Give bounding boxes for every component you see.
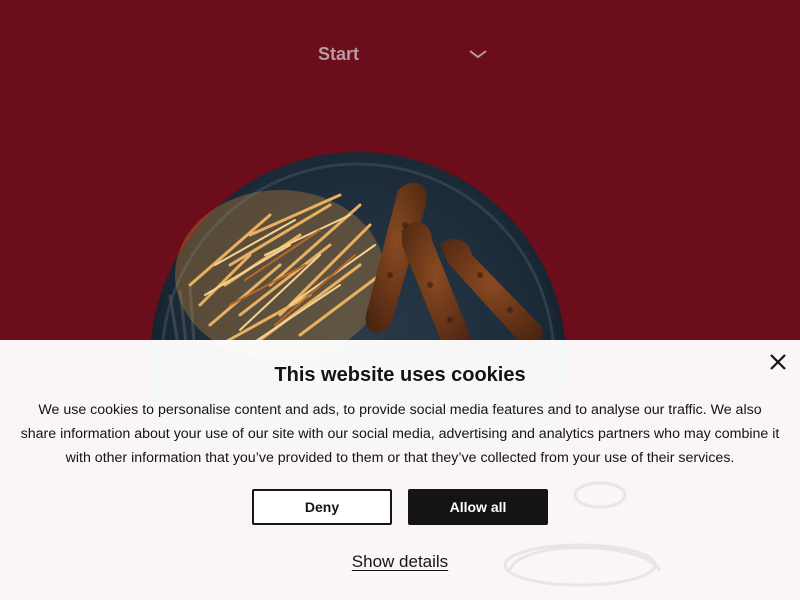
allow-all-button[interactable]: Allow all — [408, 489, 548, 525]
show-details-link-row: Show details — [0, 552, 800, 572]
start-dropdown[interactable]: Start — [318, 40, 488, 68]
hash-browns — [175, 190, 385, 360]
deny-button[interactable]: Deny — [252, 489, 392, 525]
chevron-down-icon — [469, 50, 487, 59]
start-dropdown-label: Start — [318, 43, 360, 64]
cookie-banner-text: We use cookies to personalise content an… — [20, 402, 780, 466]
cookie-banner-title: This website uses cookies — [274, 364, 526, 386]
show-details-link[interactable]: Show details — [352, 552, 448, 571]
